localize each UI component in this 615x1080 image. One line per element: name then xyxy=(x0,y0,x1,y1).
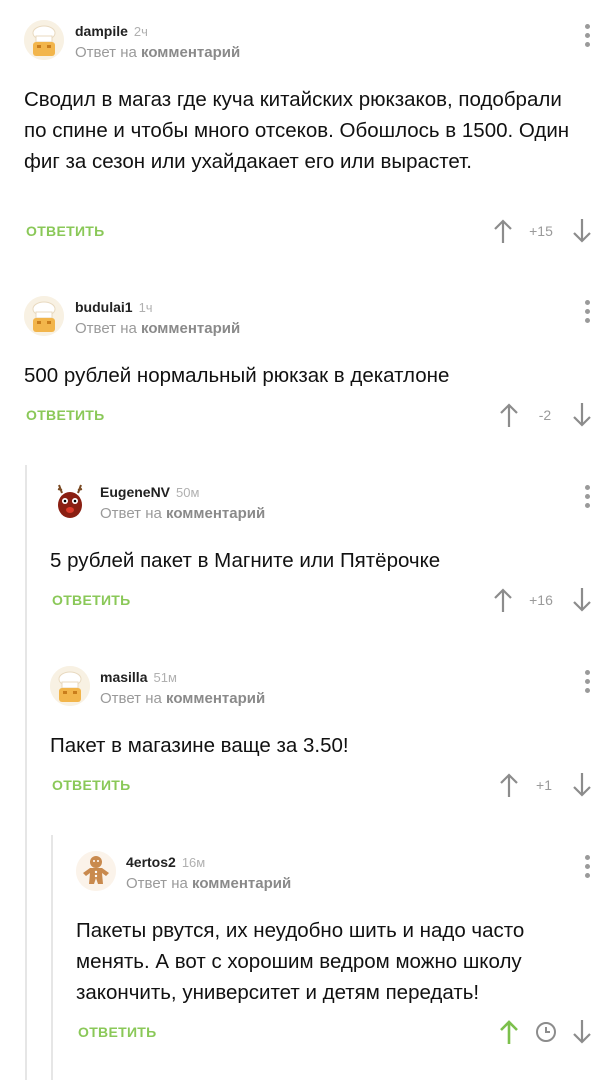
more-options-icon[interactable] xyxy=(585,300,591,326)
downvote-arrow-icon[interactable] xyxy=(567,585,597,615)
comment-rating: +15 xyxy=(529,223,553,239)
username[interactable]: masilla 51м xyxy=(100,669,177,685)
downvote-arrow-icon[interactable] xyxy=(567,1017,597,1047)
comment-text: 500 рублей нормальный рюкзак в декатлоне xyxy=(24,364,450,387)
username[interactable]: budulai1 1ч xyxy=(75,299,153,315)
reply-to-link[interactable]: комментарий xyxy=(166,690,265,707)
more-options-icon[interactable] xyxy=(585,855,591,881)
comment-text: Сводил в магаз где куча китайских рюкзак… xyxy=(24,88,570,173)
more-options-icon[interactable] xyxy=(585,24,591,50)
reply-button[interactable]: ОТВЕТИТЬ xyxy=(52,777,131,793)
reply-button[interactable]: ОТВЕТИТЬ xyxy=(78,1024,157,1040)
reply-button[interactable]: ОТВЕТИТЬ xyxy=(52,592,131,608)
upvote-arrow-icon-active[interactable] xyxy=(494,1017,524,1047)
reply-to-label: Ответ на комментарий xyxy=(100,505,266,522)
upvote-arrow-icon[interactable] xyxy=(488,585,518,615)
comment-time: 51м xyxy=(153,670,177,685)
upvote-arrow-icon[interactable] xyxy=(488,216,518,246)
more-options-icon[interactable] xyxy=(585,485,591,511)
downvote-arrow-icon[interactable] xyxy=(567,770,597,800)
reindeer-avatar-icon[interactable] xyxy=(50,481,90,521)
downvote-arrow-icon[interactable] xyxy=(567,216,597,246)
chef-avatar-icon[interactable] xyxy=(50,666,90,706)
comment-rating: -2 xyxy=(538,407,552,423)
username[interactable]: 4ertos2 16м xyxy=(126,854,205,870)
reply-button[interactable]: ОТВЕТИТЬ xyxy=(26,223,105,239)
reply-to-link[interactable]: комментарий xyxy=(141,44,240,61)
chef-avatar-icon[interactable] xyxy=(24,296,64,336)
reply-to-label: Ответ на комментарий xyxy=(75,44,241,61)
comment-text: 5 рублей пакет в Магните или Пятёрочке xyxy=(50,549,441,572)
upvote-arrow-icon[interactable] xyxy=(494,770,524,800)
comment-rating: +1 xyxy=(536,777,552,793)
upvote-arrow-icon[interactable] xyxy=(494,400,524,430)
downvote-arrow-icon[interactable] xyxy=(567,400,597,430)
reply-to-label: Ответ на комментарий xyxy=(100,690,266,707)
reply-to-label: Ответ на комментарий xyxy=(126,875,292,892)
more-options-icon[interactable] xyxy=(585,670,591,696)
comment-time: 2ч xyxy=(133,24,148,39)
comment-time: 16м xyxy=(181,855,206,870)
username[interactable]: dampile 2ч xyxy=(75,23,148,39)
reply-to-link[interactable]: комментарий xyxy=(192,875,291,892)
username[interactable]: EugeneNV 50м xyxy=(100,484,199,500)
comment-time: 50м xyxy=(176,485,200,500)
comment-time: 1ч xyxy=(138,300,153,315)
comment-text: Пакеты рвутся, их неудобно шить и надо ч… xyxy=(76,919,525,1004)
comment-rating: +16 xyxy=(529,592,553,608)
chef-avatar-icon[interactable] xyxy=(24,20,64,60)
reply-to-link[interactable]: комментарий xyxy=(141,320,240,337)
gingerbread-avatar-icon[interactable] xyxy=(76,851,116,891)
reply-button[interactable]: ОТВЕТИТЬ xyxy=(26,407,105,423)
reply-to-label: Ответ на комментарий xyxy=(75,320,241,337)
reply-to-link[interactable]: комментарий xyxy=(166,505,265,522)
comment-text: Пакет в магазине ваще за 3.50! xyxy=(50,734,349,757)
clock-icon xyxy=(531,1017,561,1047)
